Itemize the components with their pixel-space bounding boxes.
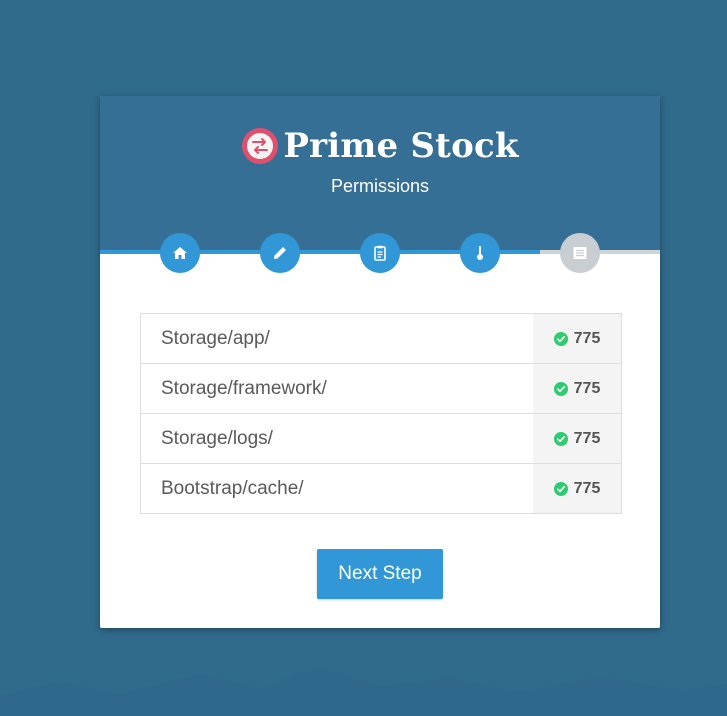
table-row: Storage/logs/ 775 — [141, 414, 621, 464]
exchange-arrows-icon — [242, 128, 279, 164]
check-circle-icon — [553, 331, 568, 346]
step-permissions[interactable] — [460, 233, 500, 273]
thermometer-icon — [477, 246, 483, 260]
permission-value: 775 — [573, 479, 601, 497]
table-row: Storage/framework/ 775 — [141, 364, 621, 414]
check-circle-icon — [553, 431, 568, 446]
page-subtitle: Permissions — [330, 176, 430, 196]
brand: Prime Stock — [100, 124, 660, 168]
permission-path: Bootstrap/cache/ — [161, 477, 304, 499]
permission-path: Storage/app/ — [161, 327, 270, 349]
table-row: Bootstrap/cache/ 775 — [141, 464, 621, 513]
permissions-table: Storage/app/ 775 Storage/framework/ 775 … — [140, 313, 622, 514]
stepper-progress-pending — [540, 250, 660, 254]
permission-status: 775 — [533, 414, 621, 463]
step-welcome[interactable] — [160, 233, 200, 273]
permission-value: 775 — [573, 329, 601, 347]
brand-name: Prime Stock — [283, 126, 519, 166]
permission-value: 775 — [573, 379, 601, 397]
permission-status: 775 — [533, 314, 621, 363]
installer-card: Prime Stock Permissions Storage/app/ 775… — [100, 96, 660, 628]
permission-value: 775 — [573, 429, 601, 447]
check-circle-icon — [553, 481, 568, 496]
permission-status: 775 — [533, 364, 621, 413]
permission-path: Storage/logs/ — [161, 427, 273, 449]
step-environment[interactable] — [260, 233, 300, 273]
clipboard-icon — [374, 245, 386, 261]
home-icon — [173, 247, 187, 259]
list-icon — [573, 247, 587, 259]
permission-status: 775 — [533, 464, 621, 513]
next-step-button[interactable]: Next Step — [317, 549, 443, 599]
step-requirements[interactable] — [360, 233, 400, 273]
permission-path: Storage/framework/ — [161, 377, 327, 399]
table-row: Storage/app/ 775 — [141, 314, 621, 364]
card-header: Prime Stock Permissions — [100, 96, 660, 250]
background-mountains — [0, 666, 727, 716]
step-final[interactable] — [560, 233, 600, 273]
pencil-icon — [274, 247, 286, 259]
check-circle-icon — [553, 381, 568, 396]
